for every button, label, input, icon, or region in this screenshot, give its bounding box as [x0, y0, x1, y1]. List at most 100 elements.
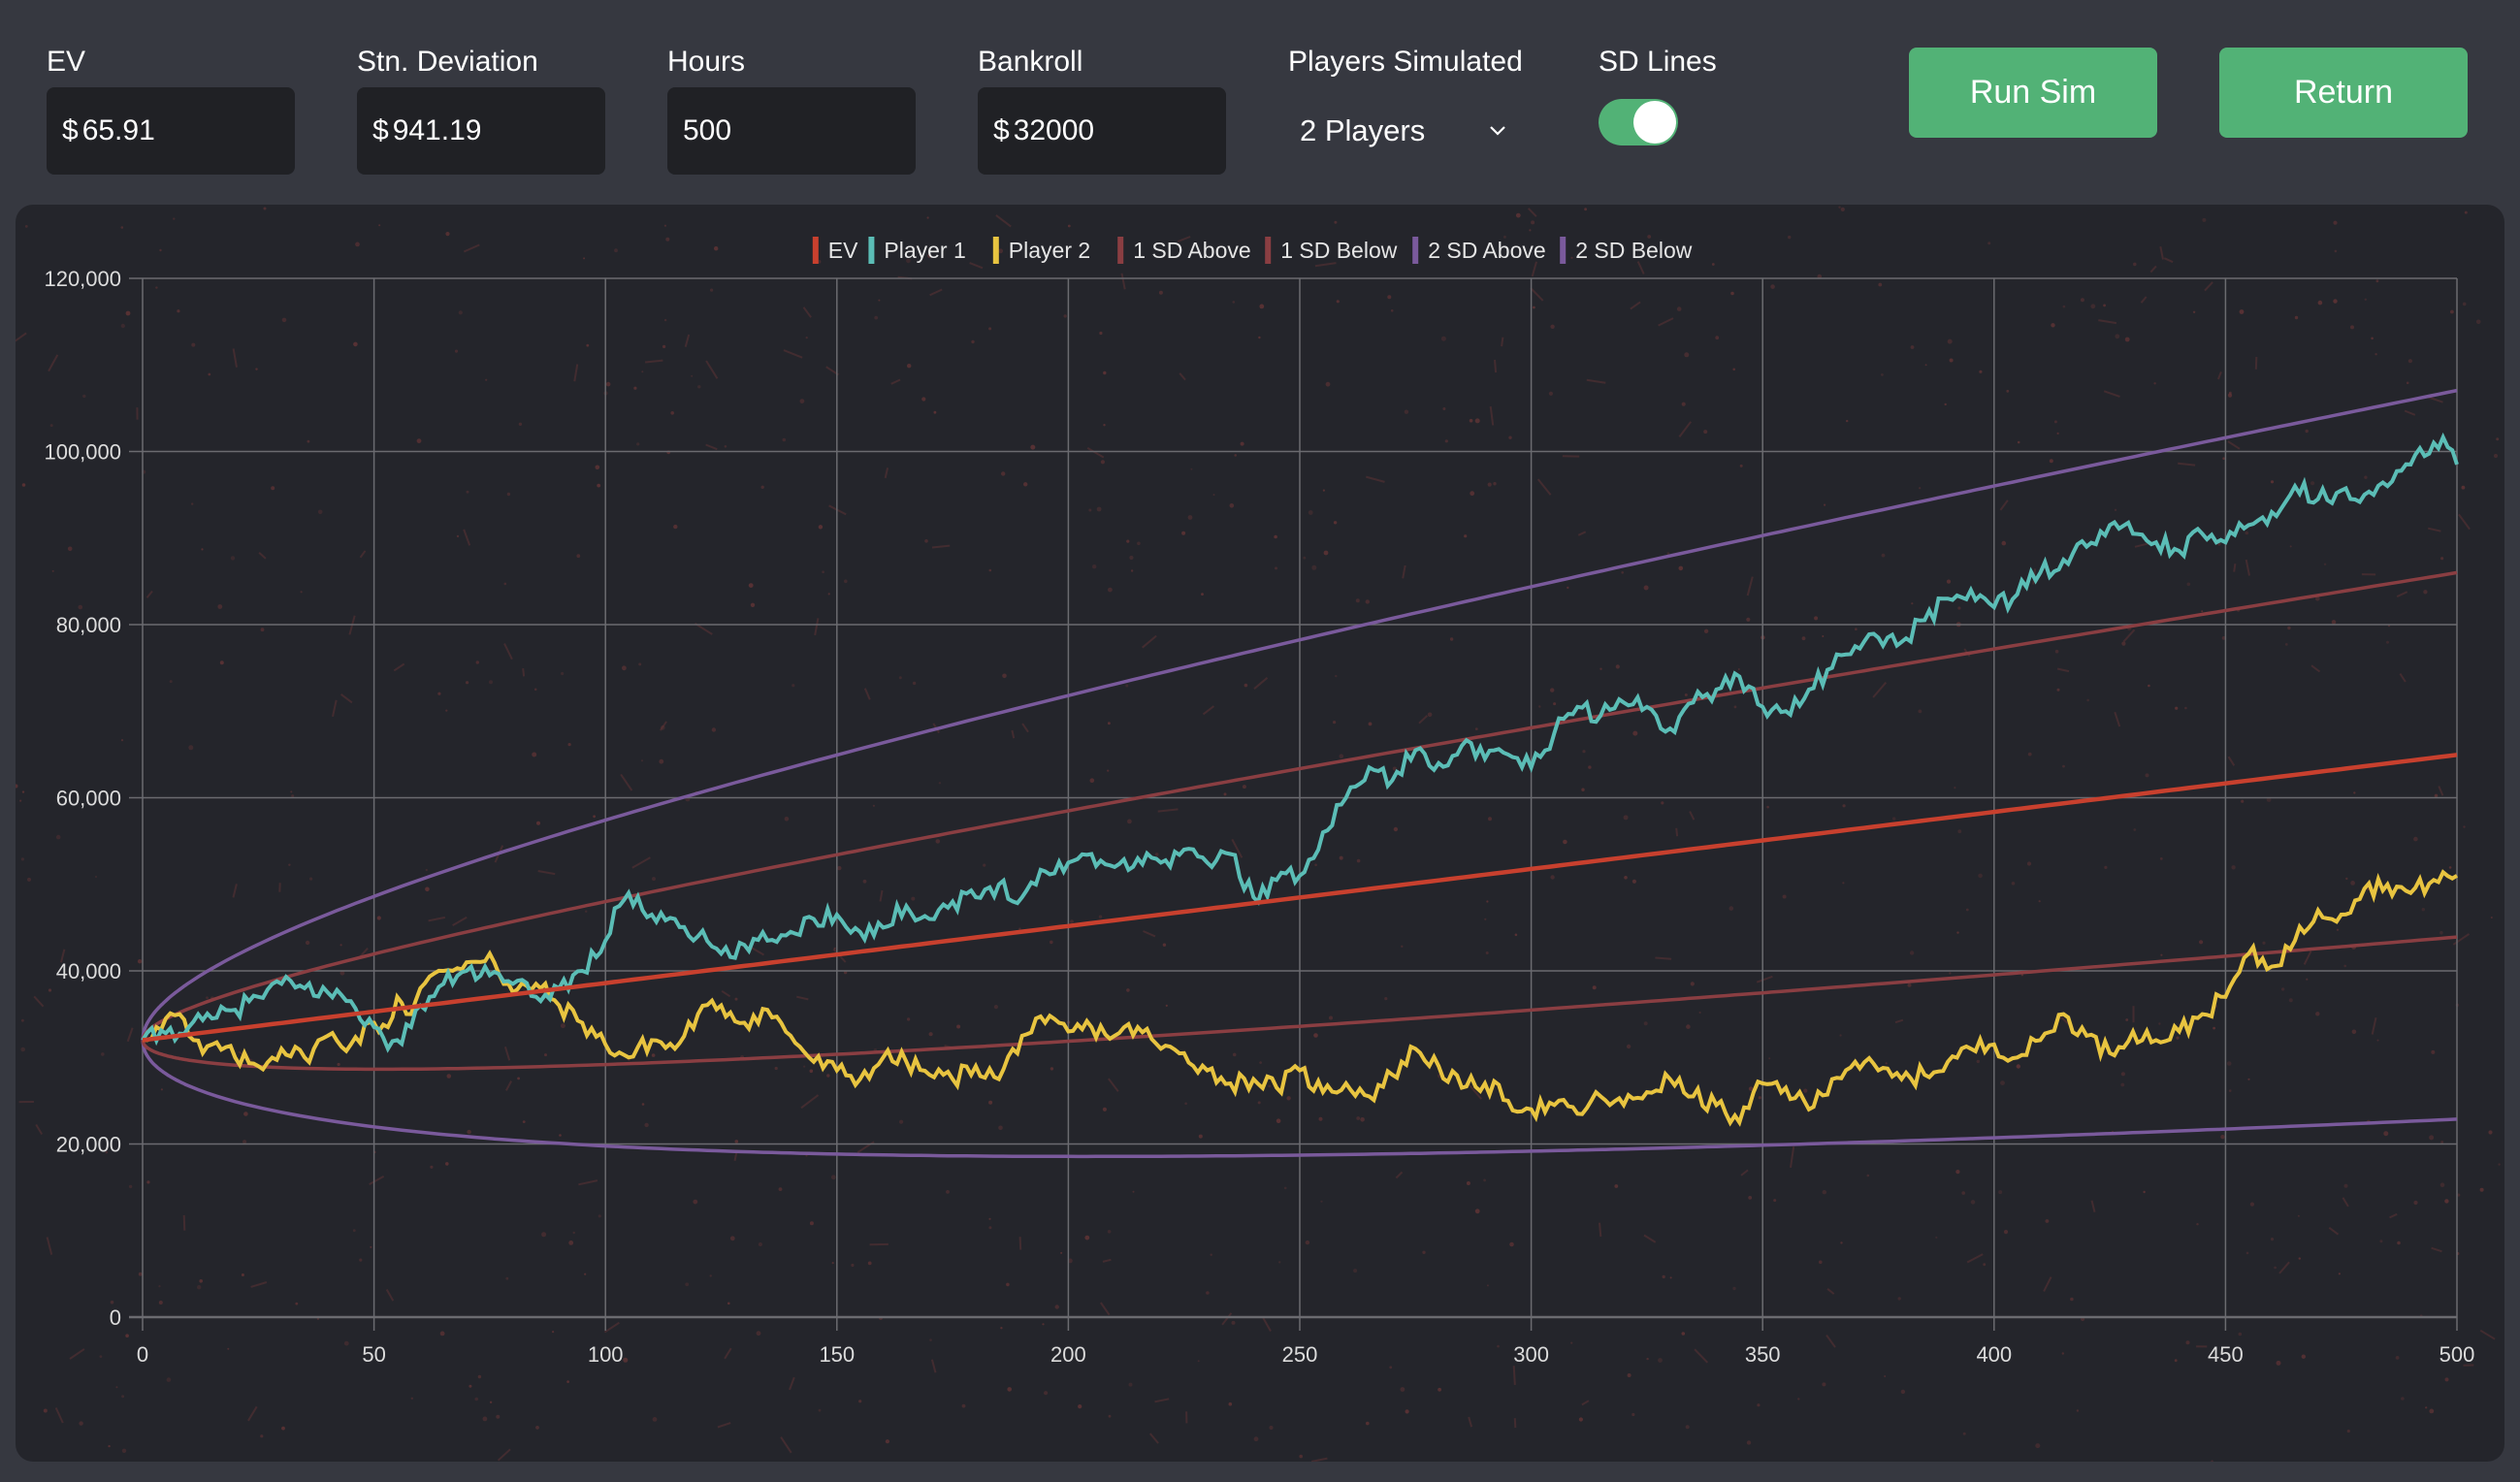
speck: [1096, 506, 1102, 512]
speck: [691, 374, 694, 377]
speck: [485, 378, 488, 381]
speck: [2159, 246, 2164, 260]
return-button[interactable]: Return: [2219, 48, 2468, 138]
speck: [305, 940, 310, 946]
speck: [573, 364, 579, 382]
speck: [1356, 858, 1361, 863]
legend-swatch: [1117, 237, 1124, 264]
speck: [2375, 353, 2377, 356]
speck: [2351, 1029, 2357, 1035]
speck: [782, 437, 787, 442]
speck: [1822, 1382, 1826, 1387]
speck: [1389, 1366, 1393, 1369]
speck: [1102, 1258, 1112, 1263]
speck: [2490, 917, 2493, 918]
speck: [16, 332, 27, 342]
speck: [2371, 1016, 2377, 1035]
legend-label: Player 1: [884, 238, 965, 263]
speck: [1553, 702, 1557, 706]
speck: [1918, 709, 1922, 714]
speck: [2241, 799, 2245, 803]
speck: [1084, 1235, 1090, 1240]
speck: [463, 243, 480, 253]
speck: [2062, 764, 2065, 768]
speck: [339, 944, 342, 947]
speck: [2399, 673, 2407, 683]
speck: [445, 1162, 449, 1166]
speck: [827, 593, 830, 596]
ev-input[interactable]: $ 65.91: [47, 87, 295, 175]
speck: [532, 752, 537, 757]
speck: [2395, 1356, 2400, 1360]
speck: [1978, 873, 1983, 879]
sd-lines-toggle[interactable]: [1599, 99, 1678, 145]
speck: [54, 1407, 64, 1424]
speck: [1278, 1261, 1281, 1264]
legend-item-1-sd-above: 1 SD Above: [1117, 237, 1251, 264]
speck: [1006, 1282, 1010, 1287]
speck: [2306, 978, 2309, 981]
speck: [837, 865, 842, 871]
speck: [2364, 475, 2368, 479]
speck: [969, 262, 984, 270]
speck: [21, 790, 25, 793]
speck: [1329, 1015, 1333, 1020]
speck: [805, 337, 808, 339]
speck: [1955, 1170, 1960, 1175]
speck: [108, 1444, 111, 1448]
speck: [243, 1112, 248, 1116]
speck: [1924, 364, 1927, 367]
speck: [2201, 610, 2204, 613]
speck: [1154, 853, 1159, 856]
speck: [2245, 559, 2250, 576]
speck: [2231, 865, 2236, 870]
hours-field-group: Hours 500: [667, 43, 916, 175]
speck: [1515, 212, 1521, 218]
speck: [2297, 1214, 2300, 1217]
speck: [1630, 301, 1641, 310]
speck: [173, 217, 176, 220]
speck: [2056, 432, 2059, 435]
speck: [622, 665, 627, 671]
speck: [662, 344, 666, 348]
speck: [912, 681, 917, 686]
speck: [46, 1237, 53, 1255]
speck: [1107, 769, 1110, 772]
players-select[interactable]: 2 Players: [1288, 87, 1540, 175]
speck: [809, 1069, 814, 1074]
speck: [21, 1018, 24, 1022]
run-sim-button[interactable]: Run Sim: [1909, 48, 2157, 138]
speck: [2444, 1199, 2449, 1204]
y-tick-label: 40,000: [56, 959, 121, 983]
x-tick-label: 0: [137, 1342, 148, 1367]
speck: [446, 1074, 452, 1079]
speck: [458, 310, 463, 315]
speck: [2496, 437, 2500, 441]
speck: [160, 1088, 163, 1091]
speck: [844, 579, 848, 584]
speck: [2202, 217, 2207, 222]
speck: [1910, 345, 1915, 349]
speck: [1078, 1404, 1082, 1409]
speck: [2090, 304, 2096, 309]
bankroll-input[interactable]: $ 32000: [978, 87, 1226, 175]
speck: [2184, 706, 2187, 710]
hours-input[interactable]: 500: [667, 87, 916, 175]
speck: [2227, 756, 2236, 766]
speck: [2289, 545, 2292, 548]
speck: [1739, 464, 1743, 467]
speck: [145, 590, 153, 598]
speck: [2431, 1246, 2442, 1253]
speck: [78, 604, 83, 610]
speck: [1999, 499, 2009, 511]
y-tick-label: 0: [110, 1305, 121, 1330]
speck: [1060, 1251, 1063, 1254]
speck: [1339, 754, 1344, 758]
speck: [874, 315, 879, 320]
speck: [1366, 1421, 1370, 1426]
speck: [1108, 1078, 1119, 1092]
speck: [177, 309, 180, 313]
speck: [2294, 315, 2299, 320]
speck: [818, 525, 824, 530]
sd-input[interactable]: $ 941.19: [357, 87, 605, 175]
